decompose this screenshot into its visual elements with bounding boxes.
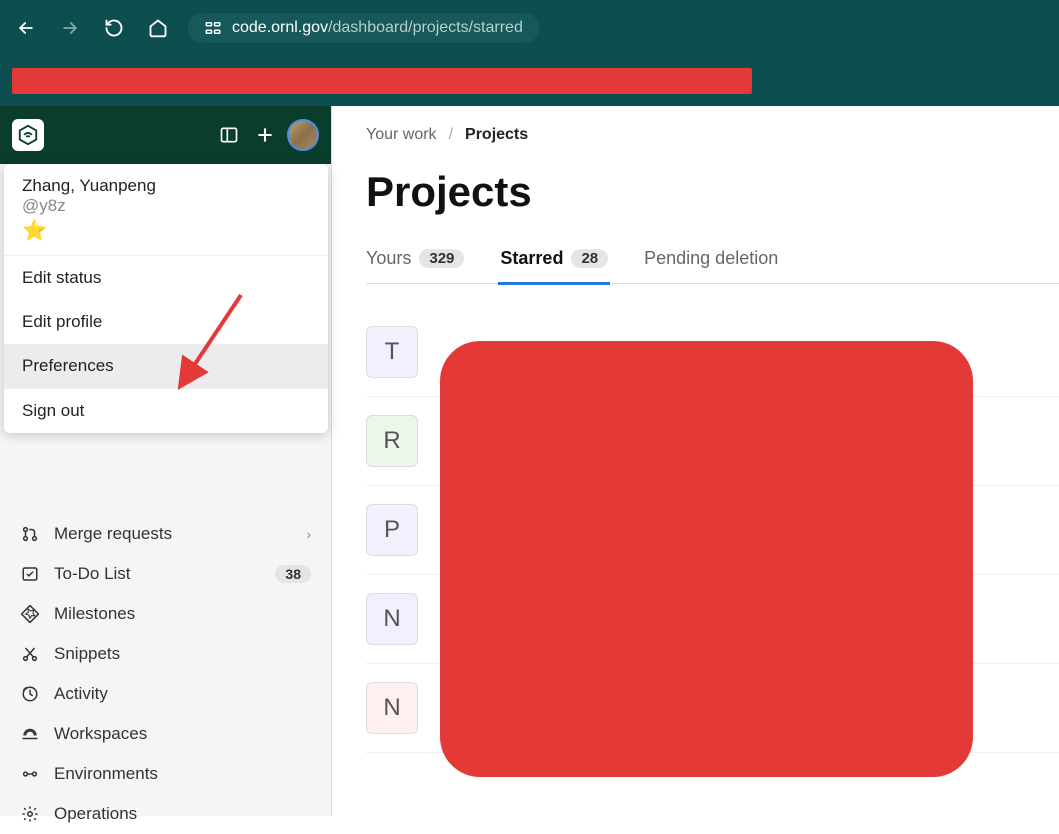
project-avatar: T — [366, 326, 418, 378]
reload-button[interactable] — [100, 14, 128, 42]
nav-label: Snippets — [54, 644, 311, 664]
nav-label: Milestones — [54, 604, 311, 624]
tab-pending-deletion[interactable]: Pending deletion — [644, 248, 778, 271]
menu-user-name: Zhang, Yuanpeng — [22, 176, 310, 196]
workspaces-icon — [20, 724, 40, 744]
project-avatar: N — [366, 593, 418, 645]
page-title: Projects — [366, 168, 1059, 216]
menu-item-sign-out[interactable]: Sign out — [4, 389, 328, 433]
activity-icon — [20, 684, 40, 704]
tab-label: Yours — [366, 248, 411, 269]
todo-icon — [20, 564, 40, 584]
tabs: Yours 329 Starred 28 Pending deletion — [366, 248, 1059, 284]
breadcrumb-separator: / — [449, 126, 453, 144]
tab-label: Pending deletion — [644, 248, 778, 269]
url-text: code.ornl.gov/dashboard/projects/starred — [232, 19, 523, 37]
tab-count: 28 — [571, 249, 608, 268]
snippets-icon — [20, 644, 40, 664]
operations-icon — [20, 804, 40, 824]
chevron-right-icon: › — [306, 526, 311, 542]
nav-milestones[interactable]: Milestones — [8, 594, 323, 634]
menu-item-edit-status[interactable]: Edit status — [4, 256, 328, 300]
nav-label: Workspaces — [54, 724, 311, 744]
nav-environments[interactable]: Environments — [8, 754, 323, 794]
sidebar-toggle-icon[interactable] — [215, 121, 243, 149]
todo-count-badge: 38 — [275, 565, 311, 583]
forward-button[interactable] — [56, 14, 84, 42]
home-button[interactable] — [144, 14, 172, 42]
breadcrumb-your-work[interactable]: Your work — [366, 126, 437, 144]
redaction-overlay — [440, 341, 973, 777]
nav-label: Environments — [54, 764, 311, 784]
tab-label: Starred — [500, 248, 563, 269]
breadcrumb-projects[interactable]: Projects — [465, 126, 528, 144]
nav-todo-list[interactable]: To-Do List 38 — [8, 554, 323, 594]
app-logo[interactable] — [12, 119, 44, 151]
redaction-block — [12, 68, 752, 94]
sidebar-header — [0, 106, 331, 164]
project-avatar: P — [366, 504, 418, 556]
url-bar[interactable]: code.ornl.gov/dashboard/projects/starred — [188, 13, 539, 43]
nav-label: Activity — [54, 684, 311, 704]
nav-label: Merge requests — [54, 524, 292, 544]
browser-toolbar: code.ornl.gov/dashboard/projects/starred — [0, 0, 1059, 56]
menu-user-handle: @y8z — [22, 196, 310, 216]
breadcrumb: Your work / Projects — [366, 126, 1059, 144]
nav-snippets[interactable]: Snippets — [8, 634, 323, 674]
redaction-bar — [0, 56, 1059, 106]
menu-user-info: Zhang, Yuanpeng @y8z ⭐ — [4, 164, 328, 256]
nav-label: To-Do List — [54, 564, 261, 584]
project-avatar: R — [366, 415, 418, 467]
site-settings-icon — [204, 19, 222, 37]
create-new-icon[interactable] — [251, 121, 279, 149]
milestones-icon — [20, 604, 40, 624]
nav-operations[interactable]: Operations — [8, 794, 323, 834]
tab-yours[interactable]: Yours 329 — [366, 248, 464, 271]
user-avatar[interactable] — [287, 119, 319, 151]
nav-activity[interactable]: Activity — [8, 674, 323, 714]
menu-item-preferences[interactable]: Preferences — [4, 344, 328, 388]
nav-workspaces[interactable]: Workspaces — [8, 714, 323, 754]
merge-requests-icon — [20, 524, 40, 544]
project-avatar: N — [366, 682, 418, 734]
tab-starred[interactable]: Starred 28 — [500, 248, 608, 271]
tab-count: 329 — [419, 249, 464, 268]
sidebar: Zhang, Yuanpeng @y8z ⭐ Edit status Edit … — [0, 106, 332, 816]
environments-icon — [20, 764, 40, 784]
menu-item-edit-profile[interactable]: Edit profile — [4, 300, 328, 344]
nav-merge-requests[interactable]: Merge requests › — [8, 514, 323, 554]
star-icon: ⭐ — [22, 218, 310, 243]
user-dropdown-menu: Zhang, Yuanpeng @y8z ⭐ Edit status Edit … — [4, 164, 328, 433]
nav-label: Operations — [54, 804, 311, 824]
back-button[interactable] — [12, 14, 40, 42]
